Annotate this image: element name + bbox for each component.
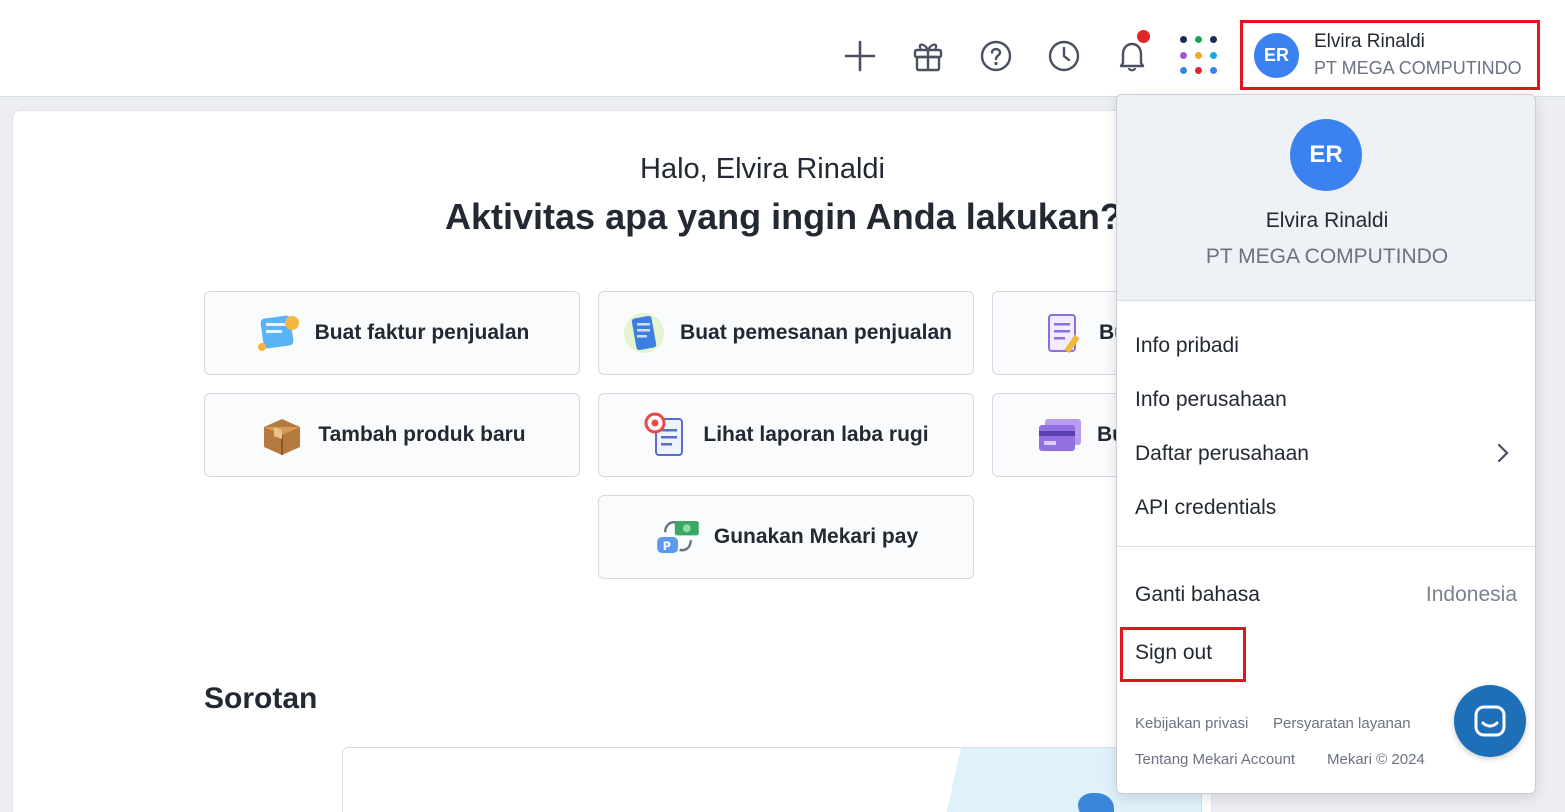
clipboard-pencil-icon	[1039, 309, 1087, 357]
page-title: Aktivitas apa yang ingin Anda lakukan?	[445, 196, 1122, 237]
section-title: Sorotan	[204, 682, 318, 715]
action-label: Gunakan Mekari pay	[713, 525, 919, 548]
sign-out-button[interactable]: Sign out	[1135, 641, 1212, 665]
apps-grid-icon[interactable]	[1180, 36, 1220, 76]
user-menu-button[interactable]: ER Elvira Rinaldi PT MEGA COMPUTINDO	[1240, 20, 1540, 90]
help-icon[interactable]	[974, 34, 1018, 78]
box-icon	[258, 411, 306, 459]
privacy-link[interactable]: Kebijakan privasi	[1135, 715, 1248, 732]
chat-button[interactable]	[1454, 685, 1526, 757]
card-icon	[1037, 411, 1085, 459]
gift-icon[interactable]	[906, 34, 950, 78]
action-view-profit-loss-report[interactable]: Lihat laporan laba rugi	[598, 393, 974, 477]
action-label: Tambah produk baru	[318, 423, 526, 446]
top-bar: ER Elvira Rinaldi PT MEGA COMPUTINDO	[0, 0, 1565, 97]
svg-text:P: P	[663, 540, 671, 553]
action-use-mekari-pay[interactable]: P Gunakan Mekari pay	[598, 495, 974, 579]
company-name: PT MEGA COMPUTINDO	[1314, 58, 1522, 78]
report-target-icon	[643, 411, 691, 459]
highlight-banner[interactable]	[342, 747, 1202, 812]
dropdown-company-name: PT MEGA COMPUTINDO	[1205, 245, 1449, 268]
greeting: Halo, Elvira Rinaldi	[640, 153, 885, 185]
order-receipt-icon	[620, 309, 668, 357]
menu-item-change-language[interactable]: Ganti bahasa	[1135, 583, 1260, 607]
terms-link[interactable]: Persyaratan layanan	[1273, 715, 1411, 732]
notification-badge	[1137, 30, 1150, 43]
menu-item-personal-info[interactable]: Info pribadi	[1135, 334, 1239, 358]
dropdown-user-name: Elvira Rinaldi	[1265, 209, 1389, 232]
chat-icon	[1474, 705, 1506, 737]
user-name: Elvira Rinaldi	[1314, 31, 1425, 52]
avatar: ER	[1254, 32, 1299, 78]
language-value[interactable]: Indonesia	[1426, 583, 1517, 607]
action-create-sales-invoice[interactable]: Buat faktur penjualan	[204, 291, 580, 375]
copyright-text: Mekari © 2024	[1327, 751, 1425, 768]
mekari-pay-icon: P	[654, 513, 702, 561]
clock-icon[interactable]	[1042, 34, 1086, 78]
action-label: Buat pemesanan penjualan	[680, 321, 952, 344]
avatar: ER	[1290, 119, 1362, 191]
invoice-scroll-icon	[255, 309, 303, 357]
menu-item-company-list[interactable]: Daftar perusahaan	[1135, 442, 1309, 466]
about-link[interactable]: Tentang Mekari Account	[1135, 751, 1295, 768]
dropdown-header: ER Elvira Rinaldi PT MEGA COMPUTINDO	[1117, 95, 1535, 301]
action-label: Lihat laporan laba rugi	[703, 423, 929, 446]
action-label: Buat faktur penjualan	[314, 321, 530, 344]
chevron-right-icon	[1493, 441, 1513, 465]
divider	[1117, 546, 1535, 547]
plus-icon[interactable]	[838, 34, 882, 78]
action-create-sales-order[interactable]: Buat pemesanan penjualan	[598, 291, 974, 375]
menu-item-company-info[interactable]: Info perusahaan	[1135, 388, 1287, 412]
menu-item-api-credentials[interactable]: API credentials	[1135, 496, 1276, 520]
action-add-new-product[interactable]: Tambah produk baru	[204, 393, 580, 477]
